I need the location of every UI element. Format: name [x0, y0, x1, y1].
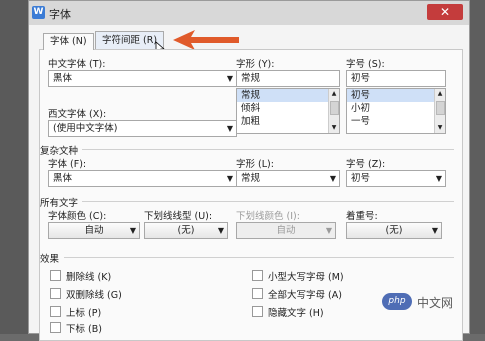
- hidden-text-checkbox[interactable]: [252, 306, 263, 317]
- scrollbar[interactable]: ▲ ▼: [434, 89, 445, 133]
- chevron-down-icon: ▼: [226, 174, 233, 183]
- complex-size-value: 初号: [351, 173, 371, 184]
- western-font-label: 西文字体 (X):: [48, 109, 107, 120]
- emphasis-mark-select[interactable]: (无) ▼: [346, 222, 442, 239]
- font-color-select[interactable]: 自动 ▼: [48, 222, 140, 239]
- list-item[interactable]: 倾斜: [237, 102, 339, 115]
- chevron-down-icon: ▼: [226, 124, 233, 133]
- chevron-down-icon: ▼: [431, 226, 438, 235]
- list-item[interactable]: 常规: [237, 89, 339, 102]
- close-button[interactable]: ✕: [427, 4, 463, 20]
- underline-color-select: 自动 ▼: [236, 222, 336, 239]
- font-size-label: 字号 (S):: [346, 59, 385, 70]
- complex-section-title: 复杂文种: [40, 146, 79, 157]
- emphasis-mark-label: 着重号:: [346, 211, 378, 222]
- underline-color-value: 自动: [276, 225, 296, 236]
- complex-size-label: 字号 (Z):: [346, 159, 386, 170]
- chevron-down-icon: ▼: [226, 74, 233, 83]
- subscript-checkbox[interactable]: [50, 322, 61, 333]
- underline-color-label: 下划线颜色 (I):: [236, 211, 300, 222]
- complex-size-select[interactable]: 初号 ▼: [346, 170, 446, 187]
- complex-style-select[interactable]: 常规 ▼: [236, 170, 340, 187]
- scroll-thumb[interactable]: [436, 101, 445, 115]
- list-item[interactable]: 加粗: [237, 115, 339, 128]
- strikethrough-label: 删除线 (K): [66, 272, 112, 283]
- small-caps-label: 小型大写字母 (M): [268, 272, 344, 283]
- superscript-label: 上标 (P): [66, 308, 102, 319]
- font-style-input[interactable]: 常规: [236, 70, 340, 87]
- all-caps-checkbox[interactable]: [252, 288, 263, 299]
- complex-font-value: 黑体: [53, 173, 73, 184]
- watermark-text: 中文网: [417, 296, 454, 310]
- font-color-label: 字体颜色 (C):: [48, 211, 107, 222]
- subscript-label: 下标 (B): [66, 324, 102, 335]
- chinese-font-value: 黑体: [53, 73, 73, 84]
- complex-font-label: 字体 (F):: [48, 159, 87, 170]
- font-style-list[interactable]: 常规 倾斜 加粗 ▲ ▼: [236, 88, 340, 134]
- watermark-logo: php: [382, 293, 412, 310]
- scroll-down-icon[interactable]: ▼: [435, 123, 445, 133]
- complex-font-select[interactable]: 黑体 ▼: [48, 170, 237, 187]
- app-icon: W: [32, 6, 45, 19]
- hidden-text-label: 隐藏文字 (H): [268, 308, 324, 319]
- divider: [64, 257, 454, 258]
- chevron-down-icon: ▼: [329, 174, 336, 183]
- scrollbar[interactable]: ▲ ▼: [328, 89, 339, 133]
- list-item[interactable]: 一号: [347, 115, 445, 128]
- western-font-select[interactable]: (使用中文字体) ▼: [48, 120, 237, 137]
- tab-character-spacing[interactable]: 字符间距 (R): [95, 31, 165, 50]
- font-size-list[interactable]: 初号 小初 一号 ▲ ▼: [346, 88, 446, 134]
- small-caps-checkbox[interactable]: [252, 270, 263, 281]
- font-size-input[interactable]: 初号: [346, 70, 446, 87]
- underline-style-label: 下划线线型 (U):: [144, 211, 213, 222]
- red-arrow-icon: [173, 30, 239, 50]
- effects-section-title: 效果: [40, 254, 60, 265]
- background-left: [0, 0, 30, 334]
- underline-style-select[interactable]: (无) ▼: [144, 222, 228, 239]
- list-item[interactable]: 初号: [347, 89, 445, 102]
- complex-style-value: 常规: [241, 173, 261, 184]
- font-dialog: W 字体 ✕ 字体 (N) 字符间距 (R) 中文字体 (T): 黑体 ▼ 字形 …: [28, 0, 470, 341]
- strikethrough-checkbox[interactable]: [50, 270, 61, 281]
- chinese-font-label: 中文字体 (T):: [48, 59, 106, 70]
- double-strikethrough-label: 双删除线 (G): [66, 290, 122, 301]
- divider: [82, 201, 454, 202]
- complex-style-label: 字形 (L):: [236, 159, 274, 170]
- western-font-value: (使用中文字体): [53, 123, 118, 134]
- chevron-down-icon: ▼: [129, 226, 136, 235]
- background-right: [470, 0, 485, 334]
- chinese-font-select[interactable]: 黑体 ▼: [48, 70, 237, 87]
- tab-font[interactable]: 字体 (N): [43, 33, 94, 50]
- font-style-label: 字形 (Y):: [236, 59, 275, 70]
- chevron-down-icon: ▼: [217, 226, 224, 235]
- underline-style-value: (无): [177, 225, 195, 236]
- scroll-up-icon[interactable]: ▲: [435, 89, 445, 99]
- chevron-down-icon: ▼: [435, 174, 442, 183]
- chevron-down-icon: ▼: [325, 226, 332, 235]
- scroll-up-icon[interactable]: ▲: [329, 89, 339, 99]
- font-color-value: 自动: [84, 225, 104, 236]
- watermark: php 中文网: [382, 291, 482, 313]
- emphasis-mark-value: (无): [385, 225, 403, 236]
- title-bar: W 字体 ✕: [29, 1, 469, 25]
- all-caps-label: 全部大写字母 (A): [268, 290, 342, 301]
- dialog-title: 字体: [49, 8, 71, 21]
- scroll-thumb[interactable]: [330, 101, 339, 115]
- double-strikethrough-checkbox[interactable]: [50, 288, 61, 299]
- superscript-checkbox[interactable]: [50, 306, 61, 317]
- divider: [82, 149, 454, 150]
- list-item[interactable]: 小初: [347, 102, 445, 115]
- scroll-down-icon[interactable]: ▼: [329, 123, 339, 133]
- all-text-section-title: 所有文字: [40, 198, 79, 209]
